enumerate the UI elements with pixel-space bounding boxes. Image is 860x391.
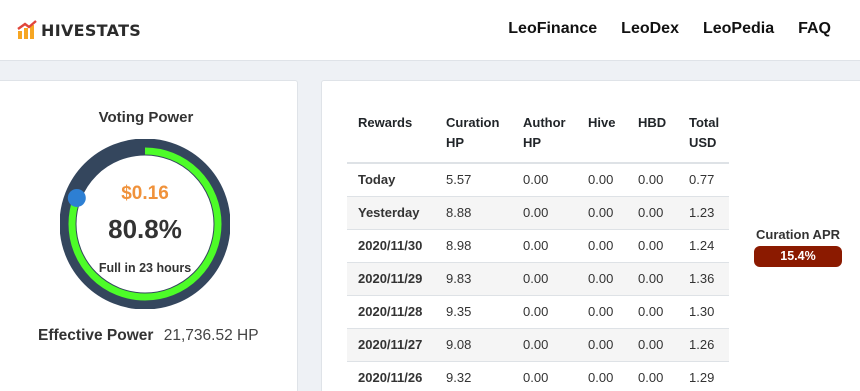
rewards-card: Rewards Curation HP Author HP Hive HBD Tot… bbox=[321, 80, 860, 391]
curation-apr-label: Curation APR bbox=[755, 227, 841, 242]
cell-date: Yesterday bbox=[347, 195, 435, 229]
table-row: 2020/11/29 9.83 0.00 0.00 0.00 1.36 bbox=[347, 261, 730, 295]
nav-link-leopedia[interactable]: LeoPedia bbox=[703, 20, 774, 38]
cell-total-usd: 0.77 bbox=[678, 162, 730, 196]
cell-hive: 0.00 bbox=[577, 261, 627, 295]
cell-hive: 0.00 bbox=[577, 162, 627, 196]
cell-author-hp: 0.00 bbox=[512, 162, 577, 196]
cell-date: 2020/11/26 bbox=[347, 360, 435, 391]
voting-power-percent: 80.8% bbox=[108, 214, 182, 244]
table-row: 2020/11/27 9.08 0.00 0.00 0.00 1.26 bbox=[347, 327, 730, 361]
cell-curation-hp: 9.83 bbox=[435, 261, 512, 295]
cell-curation-hp: 5.57 bbox=[435, 162, 512, 196]
effective-power-label: Effective Power bbox=[38, 327, 154, 344]
cell-total-usd: 1.29 bbox=[678, 360, 730, 391]
cell-author-hp: 0.00 bbox=[512, 261, 577, 295]
cell-hive: 0.00 bbox=[577, 195, 627, 229]
cell-hbd: 0.00 bbox=[627, 327, 678, 361]
cell-hbd: 0.00 bbox=[627, 294, 678, 328]
table-row: 2020/11/26 9.32 0.00 0.00 0.00 1.29 bbox=[347, 360, 730, 391]
cell-curation-hp: 9.08 bbox=[435, 327, 512, 361]
cell-curation-hp: 8.88 bbox=[435, 195, 512, 229]
cell-hive: 0.00 bbox=[577, 360, 627, 391]
cell-curation-hp: 8.98 bbox=[435, 228, 512, 262]
header-rewards: Rewards bbox=[347, 105, 435, 164]
header-hbd: HBD bbox=[627, 105, 678, 164]
curation-apr: Curation APR 15.4% bbox=[752, 227, 844, 267]
brand[interactable]: HIVESTATS bbox=[17, 19, 141, 41]
table-row: Today 5.57 0.00 0.00 0.00 0.77 bbox=[347, 162, 730, 196]
curation-apr-badge: 15.4% bbox=[754, 246, 842, 267]
cell-hive: 0.00 bbox=[577, 327, 627, 361]
effective-power: Effective Power 21,736.52 HP bbox=[38, 327, 259, 345]
effective-power-value: 21,736.52 HP bbox=[163, 327, 259, 344]
cell-total-usd: 1.30 bbox=[678, 294, 730, 328]
nav-link-leofinance[interactable]: LeoFinance bbox=[508, 20, 597, 38]
cell-date: Today bbox=[347, 162, 435, 196]
header-curation-hp: Curation HP bbox=[435, 105, 512, 164]
cell-curation-hp: 9.32 bbox=[435, 360, 512, 391]
cell-date: 2020/11/27 bbox=[347, 327, 435, 361]
cell-author-hp: 0.00 bbox=[512, 360, 577, 391]
header-hive: Hive bbox=[577, 105, 627, 164]
chart-logo-icon bbox=[17, 20, 37, 39]
cell-date: 2020/11/30 bbox=[347, 228, 435, 262]
header-total-usd: Total USD bbox=[678, 105, 730, 164]
cell-total-usd: 1.24 bbox=[678, 228, 730, 262]
header-author-hp: Author HP bbox=[512, 105, 577, 164]
table-row: 2020/11/30 8.98 0.00 0.00 0.00 1.24 bbox=[347, 228, 730, 262]
navbar: HIVESTATS LeoFinance LeoDex LeoPedia FAQ bbox=[0, 0, 860, 61]
voting-value-dollars: $0.16 bbox=[121, 183, 169, 204]
cell-total-usd: 1.26 bbox=[678, 327, 730, 361]
table-row: Yesterday 8.88 0.00 0.00 0.00 1.23 bbox=[347, 195, 730, 229]
cell-author-hp: 0.00 bbox=[512, 228, 577, 262]
cell-author-hp: 0.00 bbox=[512, 195, 577, 229]
cell-hbd: 0.00 bbox=[627, 195, 678, 229]
cell-author-hp: 0.00 bbox=[512, 327, 577, 361]
cell-date: 2020/11/29 bbox=[347, 261, 435, 295]
voting-power-gauge: $0.16 80.8% Full in 23 hours bbox=[59, 138, 231, 310]
cell-total-usd: 1.23 bbox=[678, 195, 730, 229]
cell-hbd: 0.00 bbox=[627, 360, 678, 391]
cell-curation-hp: 9.35 bbox=[435, 294, 512, 328]
table-row: 2020/11/28 9.35 0.00 0.00 0.00 1.30 bbox=[347, 294, 730, 328]
brand-name: HIVESTATS bbox=[41, 20, 142, 40]
voting-power-card: Voting Power $0.16 80.8% Full in 23 hour… bbox=[0, 80, 298, 391]
cell-author-hp: 0.00 bbox=[512, 294, 577, 328]
rewards-table: Rewards Curation HP Author HP Hive HBD Tot… bbox=[347, 105, 730, 391]
cell-hive: 0.00 bbox=[577, 228, 627, 262]
cell-hbd: 0.00 bbox=[627, 228, 678, 262]
nav-link-faq[interactable]: FAQ bbox=[798, 20, 831, 38]
voting-recharge-time: Full in 23 hours bbox=[98, 261, 192, 275]
nav-links: LeoFinance LeoDex LeoPedia FAQ bbox=[508, 20, 831, 38]
cell-hbd: 0.00 bbox=[627, 162, 678, 196]
cell-hive: 0.00 bbox=[577, 294, 627, 328]
voting-power-title: Voting Power bbox=[98, 109, 194, 126]
cell-hbd: 0.00 bbox=[627, 261, 678, 295]
rewards-header-row: Rewards Curation HP Author HP Hive HBD Tot… bbox=[347, 105, 730, 164]
cell-date: 2020/11/28 bbox=[347, 294, 435, 328]
nav-link-leodex[interactable]: LeoDex bbox=[621, 20, 679, 38]
cell-total-usd: 1.36 bbox=[678, 261, 730, 295]
